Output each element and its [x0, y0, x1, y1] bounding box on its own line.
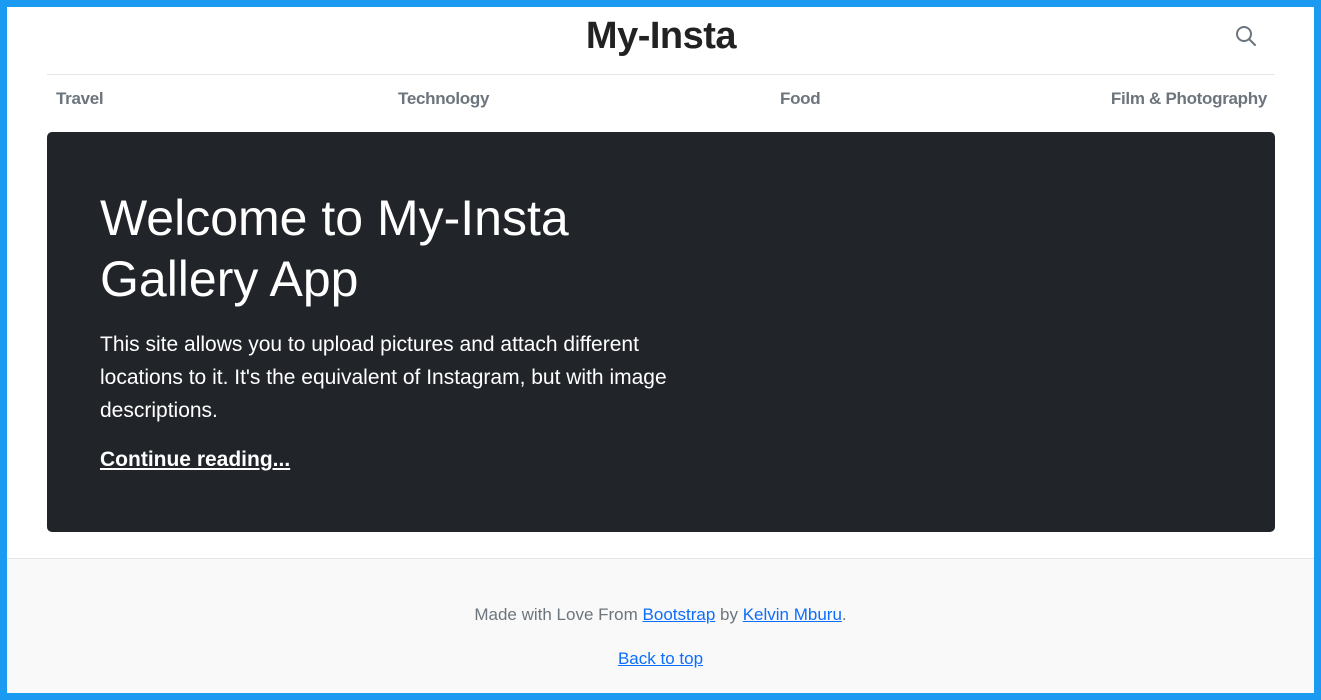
- hero-banner: Welcome to My-Insta Gallery App This sit…: [47, 132, 1275, 532]
- continue-reading-link[interactable]: Continue reading...: [100, 448, 290, 472]
- nav-item-travel[interactable]: Travel: [56, 89, 104, 109]
- nav-item-technology[interactable]: Technology: [398, 89, 489, 109]
- site-title[interactable]: My-Insta: [47, 15, 1275, 58]
- back-to-top-container: Back to top: [7, 649, 1314, 669]
- back-to-top-link[interactable]: Back to top: [618, 649, 703, 668]
- nav-item-food[interactable]: Food: [780, 89, 821, 109]
- site-footer: Made with Love From Bootstrap by Kelvin …: [7, 558, 1314, 693]
- author-link[interactable]: Kelvin Mburu: [743, 605, 842, 624]
- browser-viewport: My-Insta Travel Technology Food Film & P…: [7, 7, 1314, 693]
- footer-suffix: .: [841, 605, 847, 624]
- hero-description: This site allows you to upload pictures …: [100, 333, 667, 422]
- hero-title: Welcome to My-Insta Gallery App: [100, 190, 569, 307]
- footer-credits: Made with Love From Bootstrap by Kelvin …: [7, 605, 1314, 625]
- search-icon: [1236, 26, 1256, 46]
- search-button[interactable]: [1233, 23, 1259, 49]
- site-header: My-Insta: [47, 7, 1275, 75]
- bootstrap-link[interactable]: Bootstrap: [643, 605, 716, 624]
- nav-item-film-photography[interactable]: Film & Photography: [1111, 89, 1267, 109]
- category-nav: Travel Technology Food Film & Photograph…: [47, 75, 1275, 125]
- footer-prefix: Made with Love From: [474, 605, 643, 624]
- footer-by: by: [715, 605, 743, 624]
